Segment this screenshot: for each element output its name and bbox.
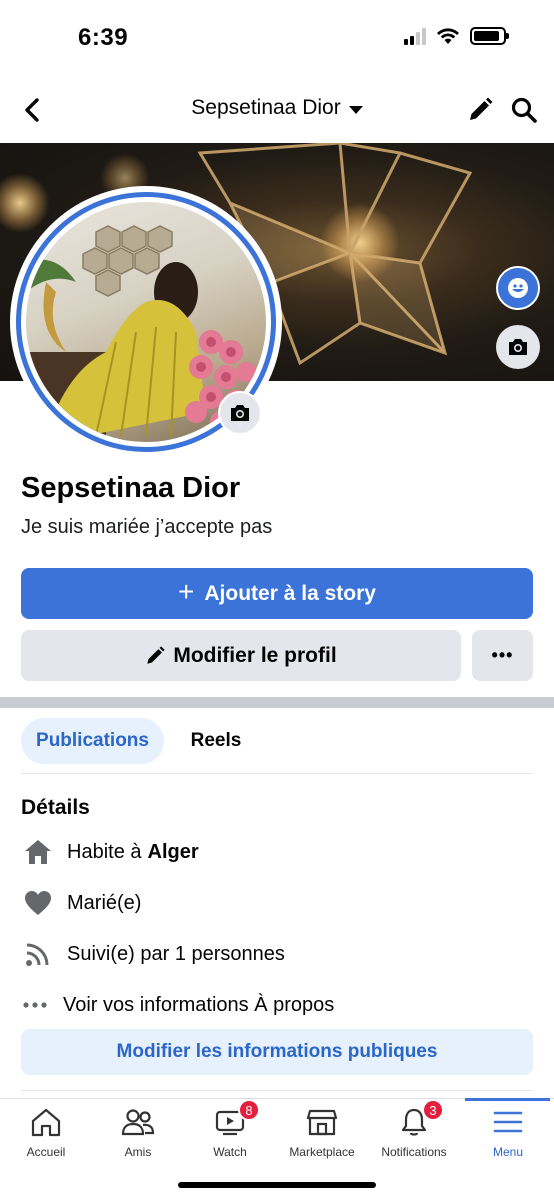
lives-prefix: Habite à — [67, 840, 142, 863]
nav-header: Sepsetinaa Dior — [0, 80, 554, 140]
ellipsis-icon — [21, 988, 49, 1022]
section-divider — [0, 697, 554, 708]
tabbar-label: Amis — [124, 1145, 152, 1159]
detail-lives-in: Habite à Alger — [21, 832, 199, 872]
tabbar-menu[interactable]: Menu — [462, 1105, 554, 1165]
tabbar-home[interactable]: Accueil — [0, 1105, 92, 1165]
edit-profile-button[interactable]: Modifier le profil — [21, 630, 461, 681]
more-options-button[interactable]: ••• — [472, 630, 533, 681]
see-about-text: Voir vos informations À propos — [63, 993, 335, 1016]
detail-relationship: Marié(e) — [21, 883, 141, 923]
tabbar-label: Accueil — [26, 1145, 66, 1159]
cover-avatar-button[interactable] — [496, 266, 540, 310]
wifi-icon — [437, 28, 459, 44]
tab-reels[interactable]: Reels — [181, 718, 251, 764]
tabbar-label: Notifications — [381, 1145, 447, 1159]
relationship-status: Marié(e) — [67, 891, 142, 914]
bell-icon: 3 — [396, 1099, 444, 1139]
cellular-signal-icon — [404, 27, 426, 45]
followers-text: Suivi(e) par 1 personnes — [67, 942, 285, 965]
page-title: Sepsetinaa Dior — [191, 96, 341, 119]
tabbar-label: Watch — [213, 1145, 247, 1159]
rss-icon — [21, 937, 55, 971]
caret-down-icon — [348, 105, 363, 114]
lives-city: Alger — [147, 840, 199, 863]
avatar-edit-icon — [508, 278, 528, 298]
more-icon: ••• — [491, 645, 514, 665]
detail-followers[interactable]: Suivi(e) par 1 personnes — [21, 934, 285, 974]
pencil-icon — [147, 645, 165, 664]
details-heading: Détails — [21, 796, 90, 819]
status-icons — [404, 27, 509, 45]
profile-bio: Je suis mariée j’accepte pas — [21, 516, 273, 538]
marketplace-icon — [304, 1105, 340, 1139]
notifications-badge: 3 — [422, 1099, 444, 1121]
detail-see-about[interactable]: Voir vos informations À propos — [21, 985, 334, 1025]
edit-profile-label: Modifier le profil — [173, 643, 337, 667]
add-to-story-label: Ajouter à la story — [204, 581, 376, 605]
watch-icon: 8 — [212, 1099, 260, 1139]
profile-name: Sepsetinaa Dior — [21, 472, 241, 504]
menu-icon — [490, 1105, 526, 1139]
home-indicator — [178, 1182, 376, 1188]
edit-public-info-button[interactable]: Modifier les informations publiques — [21, 1029, 533, 1075]
status-bar: 6:39 — [0, 0, 554, 76]
home-icon — [21, 835, 55, 869]
battery-icon — [470, 27, 509, 45]
heart-icon — [21, 886, 55, 920]
search-button[interactable] — [508, 94, 540, 126]
tabbar-label: Menu — [492, 1145, 524, 1159]
tabbar-notifications[interactable]: 3 Notifications — [368, 1099, 460, 1165]
plus-icon: + — [178, 576, 195, 607]
camera-icon — [231, 405, 249, 421]
search-icon — [511, 97, 537, 123]
home-icon — [28, 1105, 64, 1139]
active-tab-indicator — [465, 1098, 550, 1101]
friends-icon — [120, 1105, 156, 1139]
camera-icon — [509, 339, 527, 355]
tab-publications[interactable]: Publications — [21, 718, 164, 764]
cover-camera-button[interactable] — [496, 325, 540, 369]
divider — [21, 1090, 533, 1091]
profile-tabs: Publications Reels — [21, 718, 533, 774]
watch-badge: 8 — [238, 1099, 260, 1121]
tabbar-watch[interactable]: 8 Watch — [184, 1099, 276, 1165]
pencil-icon — [470, 97, 493, 120]
avatar-camera-button[interactable] — [218, 391, 262, 435]
add-to-story-button[interactable]: + Ajouter à la story — [21, 568, 533, 619]
tabbar-marketplace[interactable]: Marketplace — [276, 1105, 368, 1165]
tabbar-friends[interactable]: Amis — [92, 1105, 184, 1165]
tabbar-label: Marketplace — [289, 1145, 355, 1159]
status-time: 6:39 — [78, 24, 129, 51]
edit-button[interactable] — [464, 94, 496, 126]
